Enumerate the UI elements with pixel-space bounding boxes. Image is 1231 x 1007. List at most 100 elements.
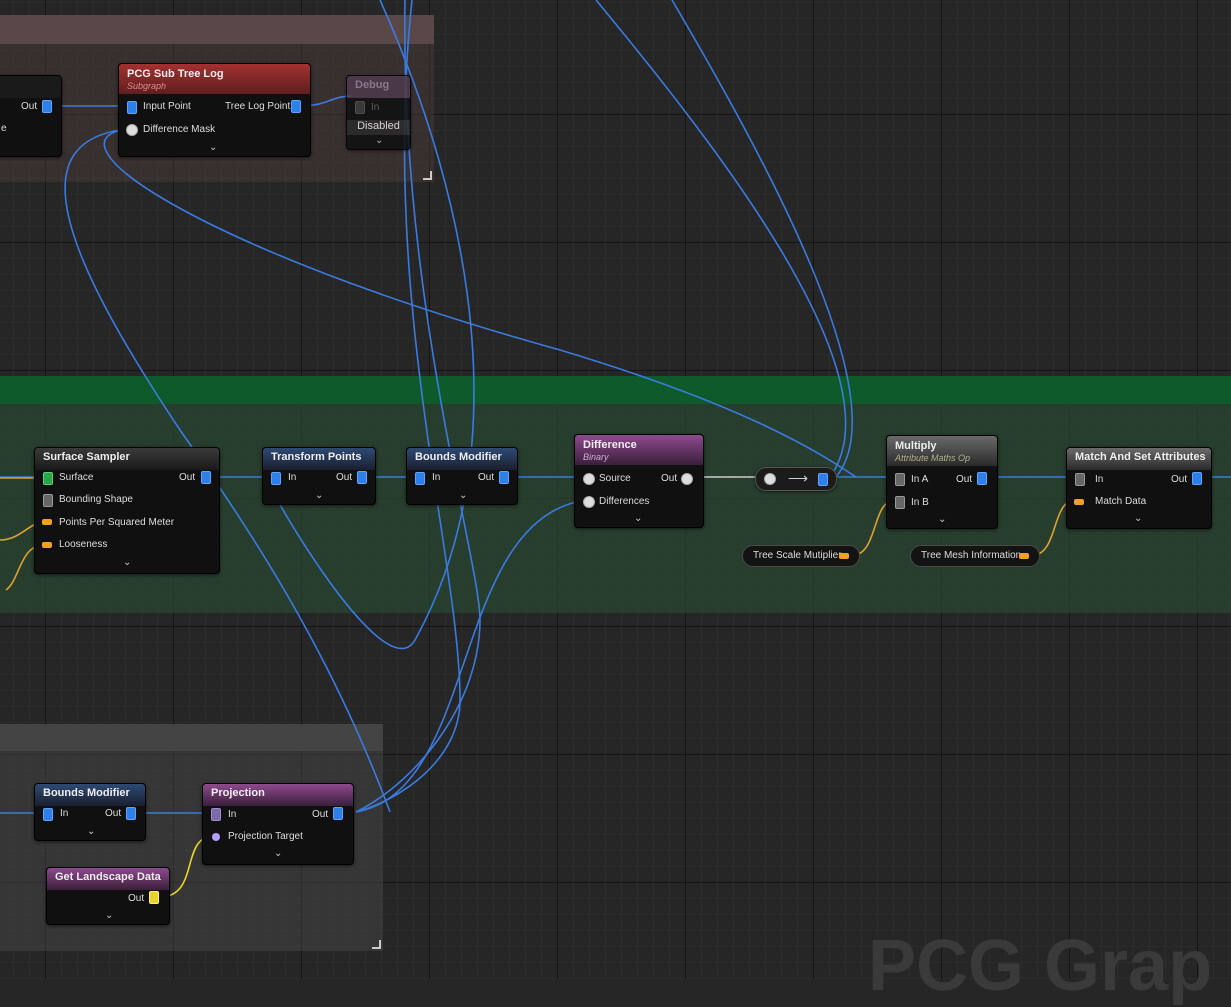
point-pin-icon[interactable]	[127, 101, 137, 114]
surface-pin-icon[interactable]	[43, 472, 53, 485]
node-title: Match And Set Attributes	[1075, 451, 1206, 463]
node-spatial-to-point-converter[interactable]: ⟶	[755, 467, 837, 491]
pin-label-cut: e	[1, 123, 7, 134]
node-pcg-sub-tree-log[interactable]: PCG Sub Tree Log Subgraph Input Point Tr…	[118, 63, 311, 157]
pin-in-b: In B	[911, 497, 929, 508]
pin-in: In	[288, 472, 297, 483]
wire	[355, 499, 587, 813]
pin-out: Out	[128, 893, 145, 904]
chevron-down-icon[interactable]: ⌄	[375, 135, 383, 146]
chevron-down-icon[interactable]: ⌄	[274, 848, 282, 859]
pin-bounding-shape: Bounding Shape	[59, 494, 133, 505]
pin-in: In	[1095, 474, 1104, 485]
node-title: Multiply	[895, 440, 937, 452]
pin-input-point: Input Point	[143, 101, 191, 112]
node-get-landscape-data[interactable]: Get Landscape Data Out ⌄	[46, 867, 170, 925]
spatial-pin-icon[interactable]	[681, 473, 693, 485]
node-title: PCG Sub Tree Log	[127, 68, 224, 80]
attribute-pin-icon[interactable]	[839, 553, 849, 559]
point-pin-icon[interactable]	[355, 101, 365, 114]
pin-out: Out	[179, 472, 196, 483]
node-title: Transform Points	[271, 451, 362, 463]
spatial-pin-icon[interactable]	[764, 473, 776, 485]
param-tree-scale-multiplier[interactable]: Tree Scale Mutiplier	[742, 545, 860, 567]
chevron-down-icon[interactable]: ⌄	[87, 826, 95, 837]
chevron-down-icon[interactable]: ⌄	[938, 514, 946, 525]
spatial-pin-icon[interactable]	[126, 124, 138, 136]
node-debug[interactable]: Debug In Disabled ⌄	[346, 75, 411, 150]
node-partial-left[interactable]: Out e	[0, 75, 62, 157]
param-tree-mesh-information[interactable]: Tree Mesh Information	[910, 545, 1040, 567]
point-pin-icon[interactable]	[977, 472, 987, 485]
node-bounds-modifier[interactable]: Bounds Modifier In Out ⌄	[406, 447, 518, 505]
node-transform-points[interactable]: Transform Points In Out ⌄	[262, 447, 376, 505]
attribute-pin-icon[interactable]	[42, 542, 52, 548]
chevron-down-icon[interactable]: ⌄	[209, 142, 217, 153]
point-pin-icon[interactable]	[291, 100, 301, 113]
pin-out: Out	[312, 809, 329, 820]
node-title: Debug	[355, 79, 390, 91]
chevron-down-icon[interactable]: ⌄	[1134, 513, 1142, 524]
node-match-and-set-attributes[interactable]: Match And Set Attributes In Out Match Da…	[1066, 447, 1212, 529]
chevron-down-icon[interactable]: ⌄	[315, 490, 323, 501]
pin-surface: Surface	[59, 472, 94, 483]
point-pin-icon[interactable]	[126, 807, 136, 820]
spatial-pin-icon[interactable]	[43, 494, 53, 507]
point-pin-icon[interactable]	[357, 471, 367, 484]
pin-match-data: Match Data	[1095, 496, 1147, 507]
node-difference[interactable]: Difference Binary Source Out Differences…	[574, 434, 704, 528]
node-title: Bounds Modifier	[43, 787, 130, 799]
node-title: Difference	[583, 439, 637, 451]
chevron-down-icon[interactable]: ⌄	[123, 557, 131, 568]
point-pin-icon[interactable]	[271, 472, 281, 485]
node-subtitle: Attribute Maths Op	[895, 453, 971, 463]
node-multiply[interactable]: Multiply Attribute Maths Op In A Out In …	[886, 435, 998, 529]
node-subtitle: Subgraph	[127, 81, 167, 91]
landscape-pin-icon[interactable]	[149, 891, 159, 904]
point-pin-icon[interactable]	[211, 808, 221, 821]
chevron-down-icon[interactable]: ⌄	[634, 513, 642, 524]
node-title: Get Landscape Data	[55, 871, 161, 883]
point-pin-icon[interactable]	[415, 472, 425, 485]
param-label: Tree Mesh Information	[921, 550, 1022, 561]
node-title: Surface Sampler	[43, 451, 130, 463]
node-bounds-modifier-bottom[interactable]: Bounds Modifier In Out ⌄	[34, 783, 146, 841]
pin-points-per-squared-meter: Points Per Squared Meter	[59, 517, 175, 528]
node-projection[interactable]: Projection In Out Projection Target ⌄	[202, 783, 354, 865]
arrow-right-icon: ⟶	[788, 470, 809, 486]
param-label: Tree Scale Mutiplier	[753, 550, 842, 561]
spatial-pin-icon[interactable]	[583, 473, 595, 485]
point-pin-icon[interactable]	[43, 808, 53, 821]
chevron-down-icon[interactable]: ⌄	[105, 910, 113, 921]
point-pin-icon[interactable]	[333, 807, 343, 820]
pin-in: In	[228, 809, 237, 820]
attribute-set-pin-icon[interactable]	[1075, 473, 1085, 486]
pin-out: Out	[661, 473, 678, 484]
attribute-pin-icon[interactable]	[1074, 499, 1084, 505]
attribute-pin-icon[interactable]	[42, 519, 52, 525]
pin-looseness: Looseness	[59, 539, 108, 550]
pin-label-out: Out	[21, 101, 38, 112]
point-pin-icon[interactable]	[499, 471, 509, 484]
wire	[103, 128, 857, 478]
spatial-pin-icon[interactable]	[212, 833, 220, 841]
node-surface-sampler[interactable]: Surface Sampler Surface Out Bounding Sha…	[34, 447, 220, 574]
spatial-pin-icon[interactable]	[583, 496, 595, 508]
pin-out: Out	[478, 472, 495, 483]
pin-in-a: In A	[911, 474, 929, 485]
pin-source: Source	[599, 473, 631, 484]
pin-in: In	[432, 472, 441, 483]
disabled-label: Disabled	[357, 120, 400, 132]
point-pin-icon[interactable]	[818, 473, 828, 486]
attribute-set-pin-icon[interactable]	[895, 473, 905, 486]
attribute-pin-icon[interactable]	[1019, 553, 1029, 559]
chevron-down-icon[interactable]: ⌄	[459, 490, 467, 501]
pin-differences: Differences	[599, 496, 650, 507]
point-pin-icon[interactable]	[1192, 472, 1202, 485]
pin-out: Out	[956, 474, 973, 485]
graph-type-watermark: PCG Grap	[868, 926, 1213, 1006]
pin-out: Out	[336, 472, 353, 483]
attribute-set-pin-icon[interactable]	[895, 496, 905, 509]
point-pin-icon[interactable]	[42, 100, 52, 113]
point-pin-icon[interactable]	[201, 471, 211, 484]
